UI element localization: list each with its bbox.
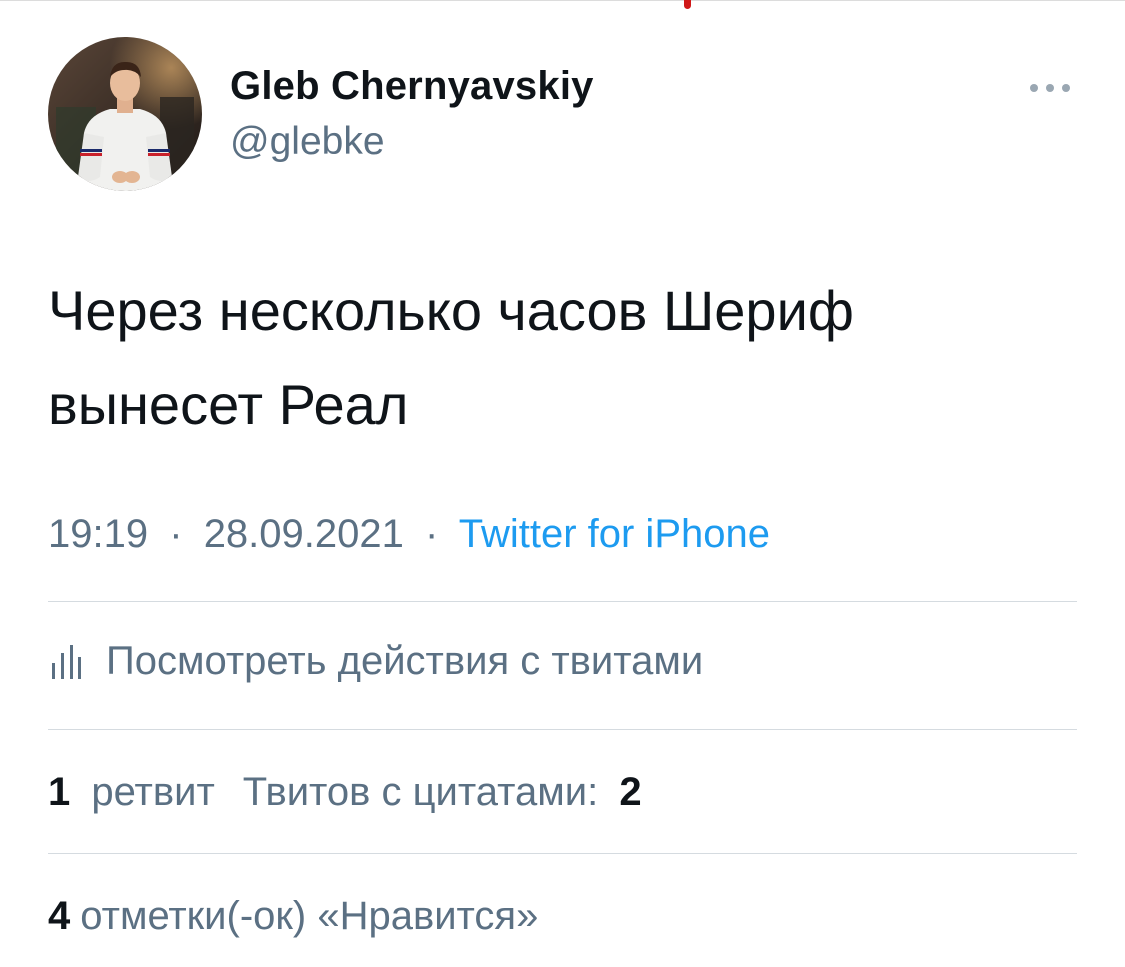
retweets-label: ретвит (91, 770, 215, 814)
tweet-meta: 19:19 · 28.09.2021 · Twitter for iPhone (48, 512, 770, 557)
meta-separator: · (425, 512, 439, 556)
top-border (0, 0, 1125, 1)
meta-separator: · (169, 512, 183, 556)
more-dots-icon (1030, 84, 1070, 92)
tweet-text-line: вынесет Реал (48, 373, 409, 436)
quote-tweets-count: 2 (619, 770, 642, 814)
avatar[interactable] (48, 37, 202, 191)
tweet-time: 19:19 (48, 512, 149, 556)
tweet-source-link[interactable]: Twitter for iPhone (459, 512, 770, 556)
divider (48, 729, 1077, 730)
divider (48, 853, 1077, 854)
tweet-date: 28.09.2021 (203, 512, 404, 556)
status-indicator (684, 0, 691, 9)
view-tweet-activity-label: Посмотреть действия с твитами (106, 638, 704, 683)
retweets-count: 1 (48, 770, 71, 814)
retweet-stats-row: 1 ретвит Твитов с цитатами: 2 (48, 770, 642, 815)
author-handle[interactable]: @glebke (230, 120, 385, 164)
tweet-detail-screen: Gleb Chernyavskiy @glebke Через нескольк… (0, 0, 1125, 967)
tweet-text: Через несколько часов Шериф вынесет Реал (48, 264, 1068, 452)
author-display-name[interactable]: Gleb Chernyavskiy (230, 64, 594, 109)
more-options-button[interactable] (1024, 76, 1076, 100)
view-tweet-activity-button[interactable]: Посмотреть действия с твитами (48, 636, 703, 686)
quote-tweets-link[interactable]: Твитов с цитатами: 2 (243, 770, 642, 815)
tweet-text-line: Через несколько часов Шериф (48, 279, 854, 342)
retweets-link[interactable]: 1 ретвит (48, 770, 215, 815)
likes-count: 4 (48, 894, 71, 938)
divider (48, 601, 1077, 602)
likes-stats-row[interactable]: 4 отметки(-ок) «Нравится» (48, 894, 538, 939)
likes-label: отметки(-ок) «Нравится» (80, 894, 539, 938)
avatar-photo (48, 37, 202, 191)
analytics-bars-icon (52, 645, 81, 679)
quote-tweets-label: Твитов с цитатами: (242, 770, 599, 814)
